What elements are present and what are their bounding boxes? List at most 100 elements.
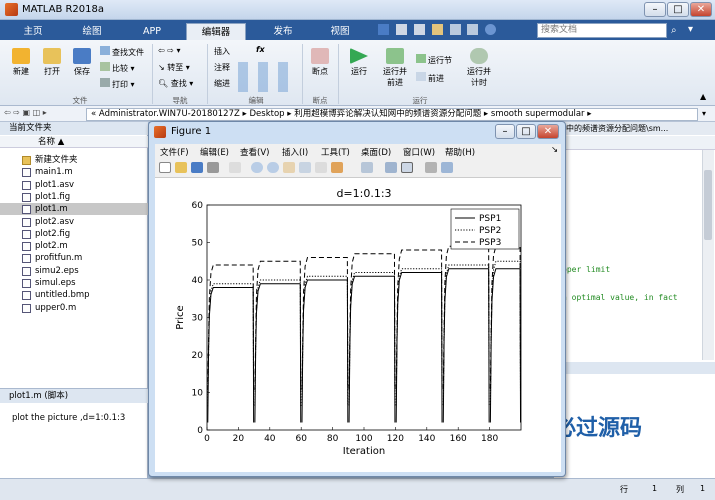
tab-view[interactable]: 视图 [316, 23, 364, 40]
name-column-header[interactable]: 名称 ▲ [0, 136, 148, 148]
show-plot-tools-icon[interactable] [441, 162, 453, 173]
file-item[interactable]: plot2.asv [0, 216, 148, 228]
hide-plot-tools-icon[interactable] [425, 162, 437, 173]
tab-home[interactable]: 主页 [8, 23, 58, 40]
redo-icon[interactable] [467, 24, 479, 35]
figure-window[interactable]: Figure 1 – □ ✕ 文件(F) 编辑(E) 查看(V) 插入(I) 工… [148, 121, 566, 477]
file-item[interactable]: 新建文件夹 [0, 154, 148, 166]
file-item[interactable]: main1.m [0, 166, 148, 178]
menu-desktop[interactable]: 桌面(D) [361, 146, 391, 158]
figure-canvas[interactable]: d=1:0.1:3 0 20 40 60 80 100 120 140 160 180 0 10 20 30… [155, 178, 561, 472]
brush-icon[interactable] [331, 162, 343, 173]
save-button[interactable]: 保存 [68, 48, 96, 77]
group-file: 文件 [72, 96, 88, 105]
pan-hand-icon[interactable] [283, 162, 295, 173]
save-figure-icon[interactable] [191, 162, 203, 173]
select-arrow-icon[interactable] [229, 162, 241, 173]
insert-button[interactable]: 插入 [214, 46, 230, 57]
file-item[interactable]: simul.eps [0, 277, 148, 289]
tab-plots[interactable]: 绘图 [66, 23, 118, 40]
menu-help[interactable]: 帮助(H) [445, 146, 475, 158]
run-advance-button[interactable]: 运行并 前进 [378, 48, 412, 88]
tab-publish[interactable]: 发布 [254, 23, 312, 40]
nav-back-forward[interactable]: ⇦ ⇨ ▣ ◫ ▸ [4, 108, 47, 117]
tab-apps[interactable]: APP [126, 23, 178, 40]
compare-button[interactable]: 比较 ▾ [100, 62, 135, 74]
file-item[interactable]: untitled.bmp [0, 289, 148, 301]
bell-icon[interactable]: ▾ [688, 24, 693, 35]
current-path[interactable]: « Administrator.WIN7U-20180127Z ▸ Deskto… [86, 108, 698, 121]
comment-button[interactable]: 注释 [214, 62, 230, 73]
file-item[interactable]: simu2.eps [0, 265, 148, 277]
code-line-1[interactable]: pper limit [562, 265, 610, 274]
search-icon[interactable]: ⌕ [671, 25, 677, 36]
save-icon[interactable] [378, 24, 389, 35]
fx-button[interactable]: fx [256, 45, 265, 54]
menu-view[interactable]: 查看(V) [240, 146, 269, 158]
file-item[interactable]: plot1.asv [0, 179, 148, 191]
vertical-scroll-thumb[interactable] [704, 170, 712, 240]
comment-icons[interactable] [238, 62, 298, 92]
editor-tabs[interactable] [554, 136, 715, 150]
file-name: upper0.m [35, 302, 77, 313]
menu-edit[interactable]: 编辑(E) [200, 146, 229, 158]
find-button[interactable]: 🔍︎ 查找 ▾ [158, 78, 193, 89]
menu-file[interactable]: 文件(F) [160, 146, 189, 158]
find-files-button[interactable]: 查找文件 [100, 46, 144, 58]
indent-button[interactable]: 缩进 [214, 78, 230, 89]
print-button[interactable]: 打印 ▾ [100, 78, 135, 90]
maximize-button[interactable]: □ [667, 2, 689, 17]
nav-arrows[interactable]: ⇦ ⇨ ▾ [158, 46, 181, 55]
copy-icon[interactable] [413, 24, 425, 35]
new-button[interactable]: 新建 [6, 48, 36, 77]
goto-button[interactable]: ↘ 转至 ▾ [158, 62, 190, 73]
zoom-in-icon[interactable] [251, 162, 263, 173]
file-icon [22, 279, 31, 288]
breakpoints-button[interactable]: 断点 [306, 48, 334, 77]
new-figure-icon[interactable] [159, 162, 171, 173]
run-section-button[interactable]: 运行节 [416, 54, 452, 66]
menu-window[interactable]: 窗口(W) [403, 146, 435, 158]
file-item[interactable]: upper0.m [0, 302, 148, 314]
data-cursor-icon[interactable] [315, 162, 327, 173]
cut-icon[interactable] [395, 24, 407, 35]
file-item[interactable]: profitfun.m [0, 252, 148, 264]
file-item[interactable]: plot1.m [0, 203, 148, 216]
rotate-icon[interactable] [299, 162, 311, 173]
zoom-out-icon[interactable] [267, 162, 279, 173]
tab-editor[interactable]: 编辑器 [186, 23, 246, 40]
run-play-icon [350, 48, 368, 64]
menu-dock-icon[interactable]: ↘ [551, 145, 558, 155]
run-button[interactable]: 运行 [344, 48, 374, 77]
code-line-2[interactable]: n optimal value, in fact [562, 293, 678, 302]
file-item[interactable]: plot2.fig [0, 228, 148, 240]
paste-icon[interactable] [431, 24, 443, 35]
legend-icon[interactable] [401, 162, 413, 173]
compare-icon [100, 62, 110, 71]
figure-close-button[interactable]: ✕ [537, 124, 559, 139]
search-documentation-input[interactable]: 搜索文档 [537, 23, 667, 38]
run-time-button[interactable]: 运行并 计时 [462, 48, 496, 88]
help-icon[interactable] [485, 24, 497, 35]
colorbar-icon[interactable] [385, 162, 397, 173]
x-tick-label: 60 [295, 434, 307, 444]
run-section-label: 运行节 [428, 56, 452, 65]
file-item[interactable]: plot2.m [0, 240, 148, 252]
link-plot-icon[interactable] [361, 162, 373, 173]
minimize-button[interactable]: – [644, 2, 666, 17]
collapse-ribbon-icon[interactable]: ▲ [700, 92, 706, 101]
menu-tools[interactable]: 工具(T) [321, 146, 350, 158]
path-dropdown-icon[interactable]: ▾ [702, 109, 706, 118]
legend-label: PSP3 [479, 238, 501, 248]
figure-minimize-button[interactable]: – [495, 124, 515, 139]
open-button[interactable]: 打开 [38, 48, 66, 77]
figure-maximize-button[interactable]: □ [516, 124, 536, 139]
advance-button[interactable]: 前进 [416, 72, 444, 84]
undo-icon[interactable] [449, 24, 461, 35]
open-file-icon[interactable] [175, 162, 187, 173]
print-figure-icon[interactable] [207, 162, 219, 173]
file-item[interactable]: plot1.fig [0, 191, 148, 203]
run-advance-icon [386, 48, 404, 64]
menu-insert[interactable]: 插入(I) [282, 146, 308, 158]
close-button[interactable]: ✕ [690, 2, 712, 17]
